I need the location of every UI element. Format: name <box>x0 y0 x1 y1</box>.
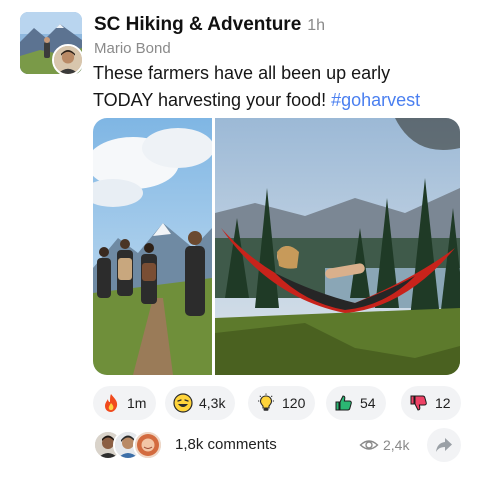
reaction-like-count: 54 <box>360 395 376 411</box>
reaction-idea-button[interactable]: 120 <box>248 386 316 420</box>
commenter-avatars[interactable] <box>93 430 167 460</box>
post-footer: 1,8k comments 2,4k <box>93 428 461 462</box>
reaction-laugh-button[interactable]: 4,3k <box>165 386 236 420</box>
post-time: 1h <box>307 17 326 34</box>
author-name[interactable]: Mario Bond <box>94 40 171 57</box>
thumbs-up-icon <box>335 395 352 411</box>
post-media[interactable] <box>93 118 460 375</box>
group-name[interactable]: SC Hiking & Adventure <box>94 14 301 35</box>
title-row: SC Hiking & Adventure 1h <box>94 14 325 36</box>
post-text-line-1: These farmers have all been up early <box>93 63 391 83</box>
reaction-idea-count: 120 <box>282 395 306 411</box>
comments-count[interactable]: 1,8k comments <box>175 436 277 453</box>
laughing-face-icon <box>173 393 193 413</box>
commenter-avatar <box>133 430 163 460</box>
hashtag-link[interactable]: #goharvest <box>331 90 420 110</box>
views-count: 2,4k <box>383 437 410 453</box>
eye-icon <box>359 440 379 450</box>
reaction-dislike-count: 12 <box>435 395 451 411</box>
hammock-photo[interactable] <box>215 118 460 375</box>
reaction-dislike-button[interactable]: 12 <box>401 386 461 420</box>
reaction-fire-count: 1m <box>127 395 147 411</box>
reaction-fire-button[interactable]: 1m <box>93 386 157 420</box>
user-avatar[interactable] <box>52 44 84 76</box>
hikers-photo[interactable] <box>93 118 212 375</box>
reaction-laugh-count: 4,3k <box>199 395 226 411</box>
share-button[interactable] <box>427 428 461 462</box>
post-text: These farmers have all been up early TOD… <box>93 60 463 114</box>
fire-icon <box>105 394 118 412</box>
share-arrow-icon <box>436 438 452 452</box>
lightbulb-icon <box>258 393 274 411</box>
views-indicator: 2,4k <box>359 435 409 455</box>
thumbs-down-icon <box>410 395 427 411</box>
reaction-like-button[interactable]: 54 <box>326 386 386 420</box>
post-text-line-2: TODAY harvesting your food! #goharvest <box>93 87 463 114</box>
reactions-bar: 1m 4,3k 120 54 12 <box>93 386 461 420</box>
post-text-body: TODAY harvesting your food! <box>93 90 332 110</box>
